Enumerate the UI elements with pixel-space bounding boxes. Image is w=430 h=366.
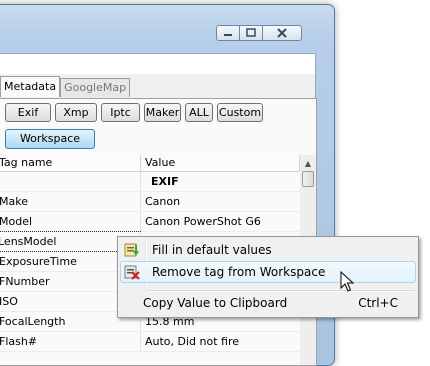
menu-item-fill-defaults[interactable]: Fill in default values [120,239,416,261]
scroll-up-arrow-icon[interactable]: ▲ [300,155,316,172]
menu-item-label: Copy Value to Clipboard [143,296,288,310]
value-cell: Canon PowerShot G6 [145,215,261,228]
table-row[interactable]: Model Canon PowerShot G6 [0,212,300,232]
context-menu: Fill in default values Remove tag from W… [117,236,419,318]
xmp-button[interactable]: Xmp [55,103,97,122]
tab-googlemap[interactable]: GoogleMap [60,78,131,97]
close-button[interactable] [262,25,302,41]
metadata-tab-page: Exif Xmp Iptc Maker ALL Custom Workspace… [0,98,317,366]
tab-strip: Metadata GoogleMap [0,76,131,98]
close-icon [277,28,287,38]
tag-name-cell: Model [0,215,33,228]
window-client-area: Metadata GoogleMap Exif Xmp Iptc Maker A… [0,53,317,366]
maker-button[interactable]: Maker [144,103,181,122]
tag-name-cell: Flash# [0,335,38,348]
column-header-value[interactable]: Value [141,155,300,172]
custom-button[interactable]: Custom [217,103,263,122]
all-button[interactable]: ALL [185,103,213,122]
table-row[interactable]: EXIF [0,172,300,192]
workspace-button[interactable]: Workspace [5,129,95,149]
table-row[interactable]: Flash# Auto, Did not fire [0,332,300,352]
tab-metadata[interactable]: Metadata [0,76,61,97]
mouse-pointer-icon [340,271,354,292]
fill-defaults-icon [124,243,139,257]
value-cell: Canon [145,195,181,208]
metadata-panel: Metadata GoogleMap Exif Xmp Iptc Maker A… [0,74,317,366]
menu-item-label: Fill in default values [152,243,272,257]
menu-item-label: Remove tag from Workspace [152,265,326,279]
minimize-icon [224,34,232,36]
minimize-button[interactable] [216,25,240,41]
iptc-button[interactable]: Iptc [101,103,140,122]
tag-name-cell: Make [0,195,28,208]
menu-item-copy-value[interactable]: Copy Value to Clipboard Ctrl+C [120,292,416,314]
value-cell: EXIF [151,175,179,188]
value-cell: Auto, Did not fire [145,335,240,348]
menu-item-shortcut: Ctrl+C [358,296,398,310]
maximize-button[interactable] [239,25,263,41]
caption-buttons [216,25,302,41]
menu-item-remove-tag[interactable]: Remove tag from Workspace [120,261,416,283]
maximize-icon [246,28,256,37]
exif-button[interactable]: Exif [5,103,51,122]
filter-button-row: Exif Xmp Iptc Maker ALL Custom [5,103,267,122]
table-row[interactable]: Make Canon [0,192,300,212]
scroll-thumb[interactable] [302,171,314,187]
tag-name-cell [0,172,139,191]
remove-tag-icon [124,265,140,280]
column-header-tag-name[interactable]: Tag name [0,155,141,172]
